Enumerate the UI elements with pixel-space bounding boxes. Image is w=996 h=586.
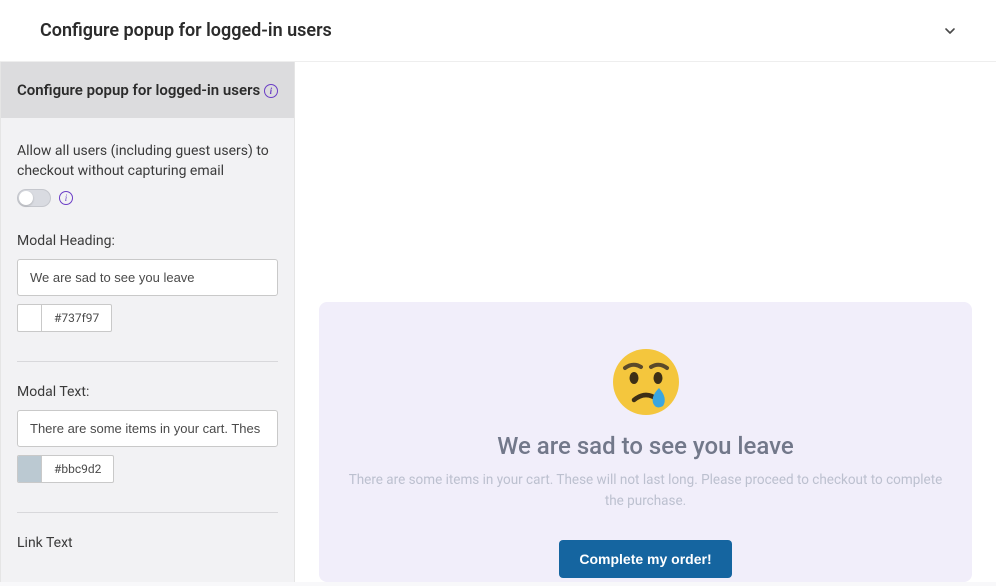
- preview-area: We are sad to see you leave There are so…: [295, 62, 996, 582]
- color-value: #bbc9d2: [42, 456, 113, 482]
- sidebar-header-text: Configure popup for logged-in users: [17, 81, 260, 99]
- divider: [17, 361, 278, 362]
- collapsible-header[interactable]: Configure popup for logged-in users: [0, 0, 996, 62]
- divider: [17, 512, 278, 513]
- allow-all-users-label: Allow all users (including guest users) …: [17, 142, 278, 181]
- info-icon[interactable]: i: [59, 191, 73, 205]
- settings-sidebar: Configure popup for logged-in users i Al…: [0, 62, 295, 582]
- link-text-label: Link Text: [17, 535, 278, 551]
- modal-text-color-picker[interactable]: #bbc9d2: [17, 455, 114, 483]
- page-title: Configure popup for logged-in users: [40, 20, 332, 41]
- modal-heading-input[interactable]: [17, 259, 278, 296]
- info-icon[interactable]: i: [264, 84, 278, 98]
- modal-text-input[interactable]: [17, 410, 278, 447]
- modal-heading-color-picker[interactable]: #737f97: [17, 304, 112, 332]
- sidebar-header: Configure popup for logged-in users i: [1, 62, 294, 118]
- modal-text-label: Modal Text:: [17, 384, 278, 400]
- allow-all-users-toggle[interactable]: [17, 189, 51, 207]
- preview-text: There are some items in your cart. These…: [347, 470, 944, 512]
- sad-emoji-icon: [610, 346, 682, 418]
- toggle-knob: [19, 191, 33, 205]
- preview-heading: We are sad to see you leave: [347, 432, 944, 460]
- preview-modal: We are sad to see you leave There are so…: [319, 302, 972, 582]
- color-value: #737f97: [42, 305, 111, 331]
- chevron-down-icon: [944, 25, 956, 37]
- color-swatch: [18, 305, 42, 331]
- color-swatch: [18, 456, 42, 482]
- complete-order-button[interactable]: Complete my order!: [559, 540, 731, 578]
- modal-heading-label: Modal Heading:: [17, 233, 278, 249]
